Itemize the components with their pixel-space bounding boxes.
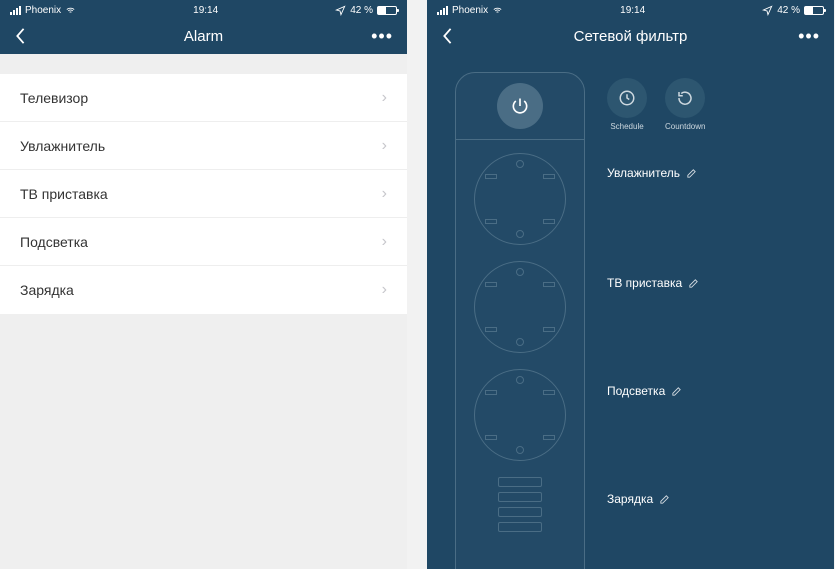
location-icon — [762, 5, 773, 16]
signal-icon — [10, 6, 21, 15]
screen-alarm: Phoenix 19:14 42 % Alarm ••• Телевизор ›… — [0, 0, 407, 569]
signal-icon — [437, 6, 448, 15]
chevron-right-icon: › — [382, 89, 387, 107]
usb-ports[interactable] — [498, 477, 542, 537]
outlet-3[interactable] — [474, 369, 566, 461]
outlet-1-label-row: Увлажнитель — [607, 166, 697, 180]
location-icon — [335, 5, 346, 16]
nav-bar: Alarm ••• — [0, 18, 407, 54]
outlet-label: ТВ приставка — [607, 276, 682, 290]
page-title: Сетевой фильтр — [427, 28, 834, 45]
countdown-icon — [676, 89, 694, 107]
status-bar: Phoenix 19:14 42 % — [0, 0, 407, 18]
outlet-2[interactable] — [474, 261, 566, 353]
outlet-label: Увлажнитель — [607, 166, 680, 180]
master-power-button[interactable] — [497, 83, 543, 129]
screen-power-strip: Phoenix 19:14 42 % Сетевой фильтр ••• — [427, 0, 834, 569]
list-item-label: Подсветка — [20, 234, 88, 250]
carrier-label: Phoenix — [452, 5, 488, 16]
schedule-button[interactable]: Schedule — [607, 78, 647, 131]
chevron-right-icon: › — [382, 137, 387, 155]
schedule-label: Schedule — [607, 122, 647, 131]
chevron-right-icon: › — [382, 185, 387, 203]
wifi-icon — [65, 5, 76, 16]
carrier-label: Phoenix — [25, 5, 61, 16]
chevron-right-icon: › — [382, 281, 387, 299]
list-item[interactable]: ТВ приставка › — [0, 170, 407, 218]
list-item[interactable]: Подсветка › — [0, 218, 407, 266]
edit-icon[interactable] — [671, 386, 682, 397]
back-button[interactable] — [441, 27, 453, 45]
edit-icon[interactable] — [659, 494, 670, 505]
list-item-label: Телевизор — [20, 90, 88, 106]
battery-label: 42 % — [777, 5, 800, 16]
outlet-1[interactable] — [474, 153, 566, 245]
outlet-label: Зарядка — [607, 492, 653, 506]
battery-label: 42 % — [350, 5, 373, 16]
list-item[interactable]: Телевизор › — [0, 74, 407, 122]
wifi-icon — [492, 5, 503, 16]
countdown-button[interactable]: Countdown — [665, 78, 705, 131]
countdown-label: Countdown — [665, 122, 705, 131]
page-title: Alarm — [0, 28, 407, 45]
outlet-label: Подсветка — [607, 384, 665, 398]
power-icon — [510, 96, 530, 116]
status-bar: Phoenix 19:14 42 % — [427, 0, 834, 18]
outlet-3-label-row: Подсветка — [607, 384, 682, 398]
list-item-label: Зарядка — [20, 282, 74, 298]
list-item[interactable]: Зарядка › — [0, 266, 407, 314]
status-time: 19:14 — [76, 5, 335, 16]
battery-icon — [377, 6, 397, 15]
outlet-4-label-row: Зарядка — [607, 492, 670, 506]
status-time: 19:14 — [503, 5, 762, 16]
outlet-2-label-row: ТВ приставка — [607, 276, 699, 290]
list-item-label: Увлажнитель — [20, 138, 105, 154]
alarm-list: Телевизор › Увлажнитель › ТВ приставка ›… — [0, 74, 407, 314]
back-button[interactable] — [14, 27, 26, 45]
nav-bar: Сетевой фильтр ••• — [427, 18, 834, 54]
list-item[interactable]: Увлажнитель › — [0, 122, 407, 170]
power-strip-graphic — [455, 72, 585, 569]
battery-icon — [804, 6, 824, 15]
more-button[interactable]: ••• — [371, 27, 393, 45]
list-item-label: ТВ приставка — [20, 186, 108, 202]
edit-icon[interactable] — [688, 278, 699, 289]
clock-icon — [618, 89, 636, 107]
chevron-right-icon: › — [382, 233, 387, 251]
more-button[interactable]: ••• — [798, 27, 820, 45]
edit-icon[interactable] — [686, 168, 697, 179]
